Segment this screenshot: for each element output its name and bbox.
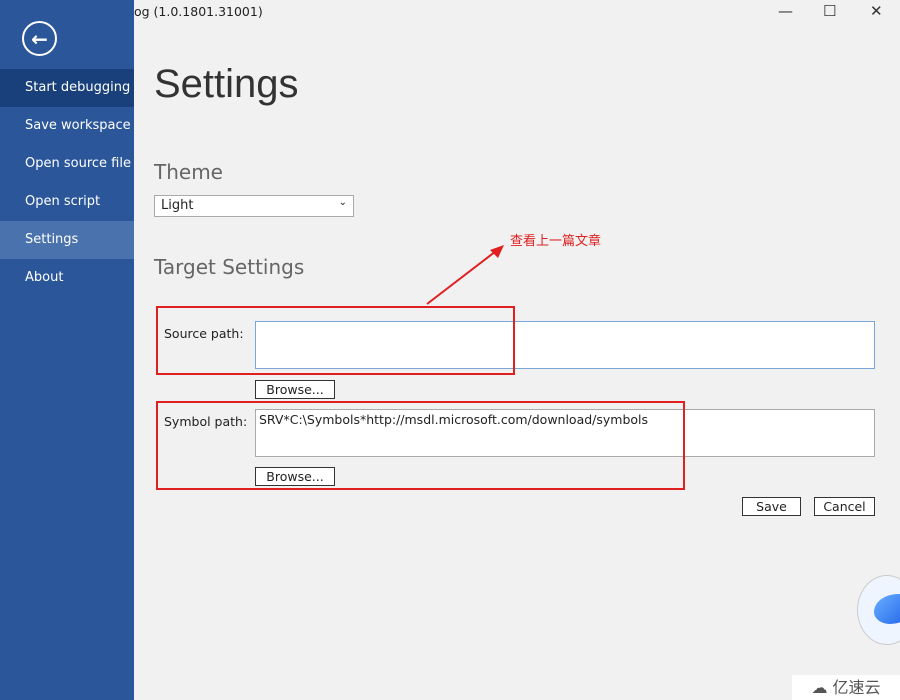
sidebar-item-open-source-file[interactable]: Open source file bbox=[0, 145, 134, 183]
sidebar-item-settings[interactable]: Settings bbox=[0, 221, 134, 259]
cancel-button[interactable]: Cancel bbox=[814, 497, 875, 516]
target-settings-heading: Target Settings bbox=[154, 255, 305, 279]
close-button[interactable]: ✕ bbox=[870, 2, 883, 20]
window-title: og (1.0.1801.31001) bbox=[134, 4, 263, 19]
maximize-button[interactable]: ☐ bbox=[823, 2, 836, 20]
theme-value: Light bbox=[161, 198, 194, 213]
sidebar-item-save-workspace[interactable]: Save workspace bbox=[0, 107, 134, 145]
theme-dropdown[interactable]: Light ⌄ bbox=[154, 195, 354, 217]
sidebar-item-about[interactable]: About bbox=[0, 259, 134, 297]
annotation-box-symbol bbox=[156, 401, 685, 490]
minimize-button[interactable]: — bbox=[778, 2, 793, 20]
back-arrow-icon[interactable]: ← bbox=[22, 21, 57, 56]
annotation-arrow-icon bbox=[426, 245, 504, 305]
sidebar-item-open-script[interactable]: Open script bbox=[0, 183, 134, 221]
save-button[interactable]: Save bbox=[742, 497, 801, 516]
sidebar-item-start-debugging[interactable]: Start debugging bbox=[0, 69, 134, 107]
page-title: Settings bbox=[154, 62, 299, 106]
hummingbird-app-icon[interactable] bbox=[857, 575, 900, 645]
source-browse-button[interactable]: Browse... bbox=[255, 380, 335, 399]
sidebar: ← Start debugging Save workspace Open so… bbox=[0, 0, 134, 700]
watermark-logo: ☁ 亿速云 bbox=[792, 675, 900, 700]
theme-heading: Theme bbox=[154, 160, 223, 184]
annotation-box-source bbox=[156, 306, 515, 375]
watermark-text: 亿速云 bbox=[832, 678, 881, 697]
chevron-down-icon: ⌄ bbox=[338, 197, 347, 208]
annotation-text: 查看上一篇文章 bbox=[510, 234, 602, 249]
